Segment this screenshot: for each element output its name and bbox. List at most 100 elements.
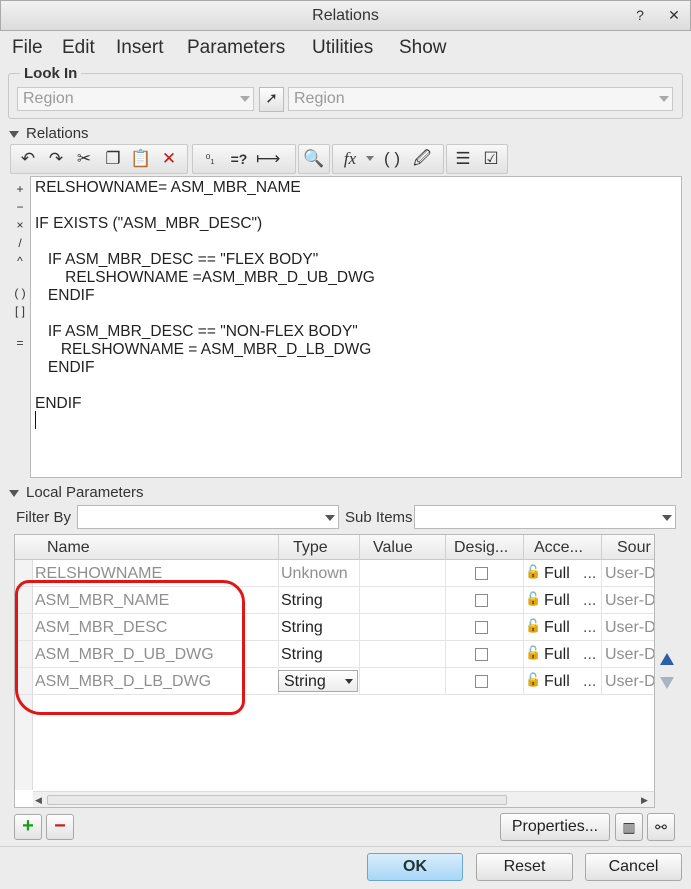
relations-section-label: Relations	[26, 125, 89, 142]
operator-bar: + − × / ^ ( ) [ ] =	[10, 178, 30, 478]
multiply-operator[interactable]: ×	[10, 218, 30, 232]
select-pointer-button[interactable]: ➚	[259, 87, 284, 112]
find-button[interactable]: ⚯	[647, 813, 675, 841]
parameter-insert-icon[interactable]: ( )	[380, 147, 404, 171]
table-row[interactable]: ASM_MBR_D_UB_DWG String 🔓 Full ... User-…	[15, 641, 654, 668]
access-more-button[interactable]: ...	[583, 673, 596, 691]
param-access: Full	[544, 565, 570, 582]
param-access: Full	[544, 673, 570, 690]
help-button[interactable]: ?	[631, 6, 649, 24]
divide-operator[interactable]: /	[10, 236, 30, 250]
col-header-designate[interactable]: Desig...	[454, 539, 508, 557]
designate-checkbox[interactable]	[475, 621, 488, 634]
scroll-right-icon[interactable]: ▶	[641, 795, 648, 806]
lock-icon: 🔓	[525, 645, 542, 660]
undo-icon[interactable]: ↶	[16, 147, 40, 171]
unit-sensitive-icon[interactable]: ⁰₁	[198, 147, 222, 171]
remove-parameter-button[interactable]: −	[46, 814, 74, 840]
col-header-name[interactable]: Name	[47, 539, 90, 557]
col-header-access[interactable]: Acce...	[534, 539, 583, 557]
type-dropdown[interactable]: String	[278, 670, 358, 692]
cancel-button[interactable]: Cancel	[585, 853, 682, 881]
relations-toolbar: ↶ ↷ ✂ ❐ 📋 ✕ ⁰₁ =? ⟼ 🔍 fx ( ) 🖉 ☰ ☑	[10, 144, 510, 174]
column-divider[interactable]	[278, 535, 279, 560]
plus-operator[interactable]: +	[10, 182, 30, 196]
relations-editor[interactable]: RELSHOWNAME= ASM_MBR_NAME IF EXISTS ("AS…	[30, 176, 682, 478]
param-source: User-D	[605, 565, 655, 582]
scroll-thumb[interactable]	[47, 795, 507, 805]
local-params-section-header[interactable]: Local Parameters	[0, 483, 691, 503]
measure-icon[interactable]: ⟼	[256, 147, 280, 171]
cut-icon[interactable]: ✂	[72, 147, 96, 171]
code-line: ENDIF	[35, 287, 95, 304]
copy-icon[interactable]: ❐	[101, 147, 125, 171]
close-button[interactable]: ✕	[665, 6, 683, 24]
designate-checkbox[interactable]	[475, 594, 488, 607]
minus-operator[interactable]: −	[10, 200, 30, 214]
param-type: Unknown	[281, 565, 348, 582]
verify-icon[interactable]: 🔍	[302, 147, 326, 171]
col-header-value[interactable]: Value	[373, 539, 413, 557]
select-insert-icon[interactable]: 🖉	[410, 147, 434, 171]
access-more-button[interactable]: ...	[583, 592, 596, 610]
look-in-type-value: Region	[23, 90, 74, 107]
col-header-type[interactable]: Type	[293, 539, 328, 557]
columns-button[interactable]: ▥	[615, 813, 643, 841]
access-more-button[interactable]: ...	[583, 646, 596, 664]
paren-operator[interactable]: ( )	[10, 286, 30, 300]
horizontal-scrollbar[interactable]: ◀ ▶	[33, 791, 654, 807]
scroll-left-icon[interactable]: ◀	[35, 795, 42, 806]
function-icon[interactable]: fx	[338, 147, 362, 171]
look-in-type-dropdown[interactable]: Region	[17, 87, 254, 111]
designate-checkbox[interactable]	[475, 675, 488, 688]
bracket-operator[interactable]: [ ]	[10, 304, 30, 318]
properties-button[interactable]: Properties...	[500, 813, 610, 841]
ok-button[interactable]: OK	[367, 853, 463, 881]
menu-edit[interactable]: Edit	[62, 37, 95, 59]
col-header-source[interactable]: Sour	[617, 539, 651, 557]
table-row[interactable]: ASM_MBR_D_LB_DWG String 🔓 Full ... User-…	[15, 668, 654, 695]
lock-icon: 🔓	[525, 672, 542, 687]
equals-operator[interactable]: =	[10, 336, 30, 350]
menu-parameters[interactable]: Parameters	[187, 37, 285, 59]
table-row[interactable]: ASM_MBR_NAME String 🔓 Full ... User-D	[15, 587, 654, 614]
access-more-button[interactable]: ...	[583, 565, 596, 583]
look-in-label: Look In	[20, 65, 82, 82]
reset-button[interactable]: Reset	[476, 853, 573, 881]
redo-icon[interactable]: ↷	[44, 147, 68, 171]
param-access: Full	[544, 646, 570, 663]
filter-by-dropdown[interactable]	[77, 505, 339, 529]
sort-relations-icon[interactable]: ☰	[451, 147, 475, 171]
sub-items-dropdown[interactable]	[414, 505, 676, 529]
delete-icon[interactable]: ✕	[157, 147, 181, 171]
add-parameter-button[interactable]: +	[14, 814, 42, 840]
access-more-button[interactable]: ...	[583, 619, 596, 637]
column-divider[interactable]	[445, 535, 446, 560]
param-access: Full	[544, 592, 570, 609]
paste-icon[interactable]: 📋	[129, 147, 153, 171]
param-type: String	[281, 592, 323, 609]
menu-show[interactable]: Show	[399, 37, 447, 59]
column-divider[interactable]	[523, 535, 524, 560]
designate-checkbox[interactable]	[475, 648, 488, 661]
menu-file[interactable]: File	[12, 37, 43, 59]
menu-insert[interactable]: Insert	[116, 37, 164, 59]
execute-icon[interactable]: ☑	[479, 147, 503, 171]
move-down-icon[interactable]	[660, 677, 674, 689]
collapse-triangle-icon	[9, 490, 19, 497]
table-row[interactable]: RELSHOWNAME Unknown 🔓 Full ... User-D	[15, 560, 655, 587]
code-line: RELSHOWNAME = ASM_MBR_D_LB_DWG	[35, 341, 372, 358]
menu-utilities[interactable]: Utilities	[312, 37, 373, 59]
move-up-icon[interactable]	[660, 653, 674, 665]
cursor-arrow-icon: ➚	[265, 90, 278, 107]
column-divider[interactable]	[359, 535, 360, 560]
param-name: ASM_MBR_D_LB_DWG	[35, 673, 212, 690]
chevron-down-icon[interactable]	[366, 156, 374, 161]
designate-checkbox[interactable]	[475, 567, 488, 580]
table-row[interactable]: ASM_MBR_DESC String 🔓 Full ... User-D	[15, 614, 654, 641]
relations-section-header[interactable]: Relations	[0, 124, 691, 144]
look-in-item-dropdown[interactable]: Region	[288, 87, 673, 111]
evaluate-icon[interactable]: =?	[227, 147, 251, 171]
power-operator[interactable]: ^	[10, 254, 30, 268]
column-divider[interactable]	[601, 535, 602, 560]
